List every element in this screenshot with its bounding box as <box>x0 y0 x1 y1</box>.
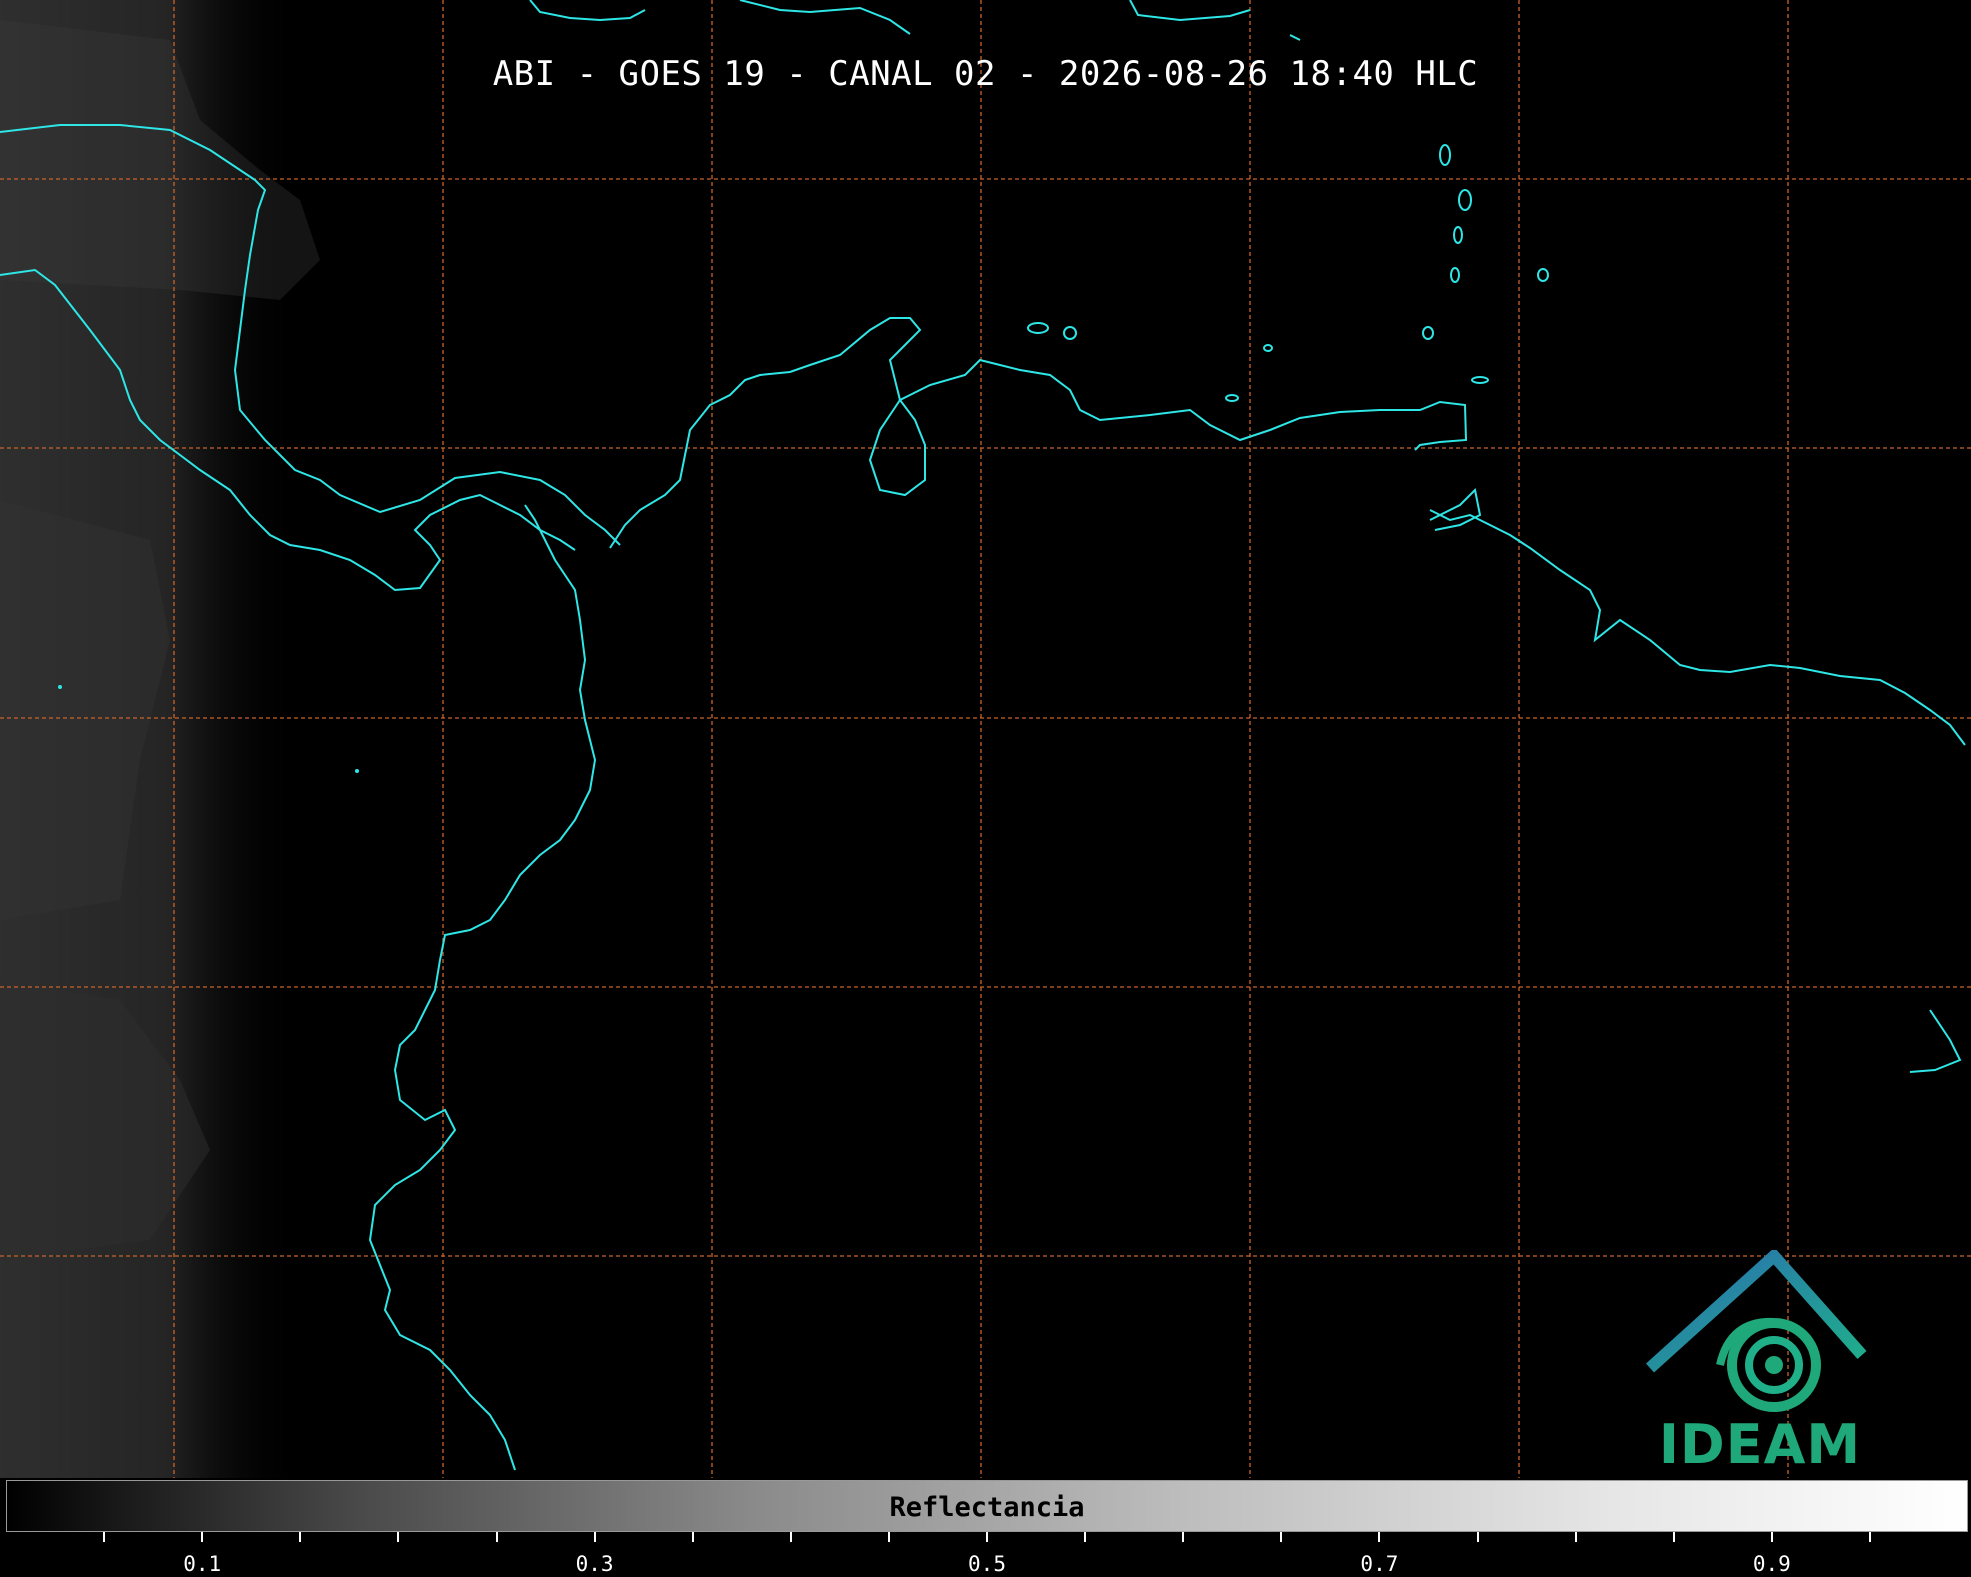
colorbar-tick-label: 0.7 <box>1360 1552 1399 1576</box>
colorbar-tick <box>1280 1532 1283 1542</box>
colorbar-tick <box>1672 1532 1675 1542</box>
coastline-colombia-caribbean <box>609 317 1468 549</box>
colorbar-tick <box>397 1532 400 1542</box>
coastline-venezuela <box>1429 509 1966 746</box>
colorbar-tick-label: 0.3 <box>575 1552 614 1576</box>
colorbar-tick-label: 0.1 <box>183 1552 222 1576</box>
colorbar-tick <box>887 1532 890 1542</box>
colorbar-axis: 0.1 0.3 0.5 0.7 0.9 <box>0 1532 1971 1577</box>
colorbar-tick <box>495 1532 498 1542</box>
colorbar: Reflectancia <box>6 1480 1968 1532</box>
colorbar-tick <box>201 1532 204 1542</box>
ideam-logo: IDEAM <box>1640 1250 1880 1476</box>
colorbar-tick <box>986 1532 988 1542</box>
map-title: ABI - GOES 19 - CANAL 02 - 2026-08-26 18… <box>492 54 1479 94</box>
colorbar-tick-label: 0.9 <box>1752 1552 1791 1576</box>
satellite-map: ABI - GOES 19 - CANAL 02 - 2026-08-26 18… <box>0 0 1971 1478</box>
ideam-logo-mark <box>1645 1250 1867 1412</box>
colorbar-tick <box>1378 1532 1381 1542</box>
colorbar-tick <box>1476 1532 1479 1542</box>
colorbar-tick <box>691 1532 694 1542</box>
ideam-logo-text: IDEAM <box>1658 1413 1862 1476</box>
colorbar-tick <box>1868 1532 1871 1542</box>
coastline-venezuela-east <box>1429 487 1482 531</box>
colorbar-tick <box>789 1532 792 1542</box>
colorbar-tick <box>1084 1532 1087 1542</box>
cloud-region <box>0 0 320 1478</box>
colorbar-tick <box>299 1532 302 1542</box>
colorbar-tick <box>1574 1532 1577 1542</box>
colorbar-tick <box>103 1532 106 1542</box>
colorbar-tick <box>1182 1532 1185 1542</box>
colorbar-tick-label: 0.5 <box>968 1552 1006 1576</box>
colorbar-label: Reflectancia <box>889 1492 1085 1523</box>
colorbar-tick <box>593 1532 596 1542</box>
colorbar-tick <box>1770 1532 1773 1542</box>
